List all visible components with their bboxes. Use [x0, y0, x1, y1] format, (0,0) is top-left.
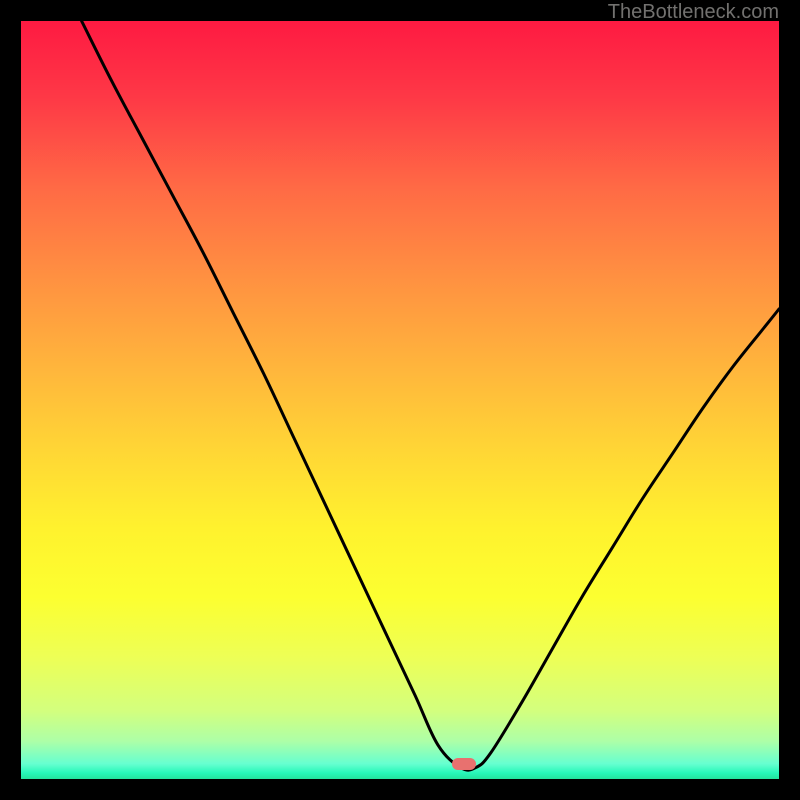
minimum-marker: [452, 758, 476, 770]
plot-area: [21, 21, 779, 779]
chart-frame: TheBottleneck.com: [0, 0, 800, 800]
bottleneck-curve: [21, 21, 779, 779]
